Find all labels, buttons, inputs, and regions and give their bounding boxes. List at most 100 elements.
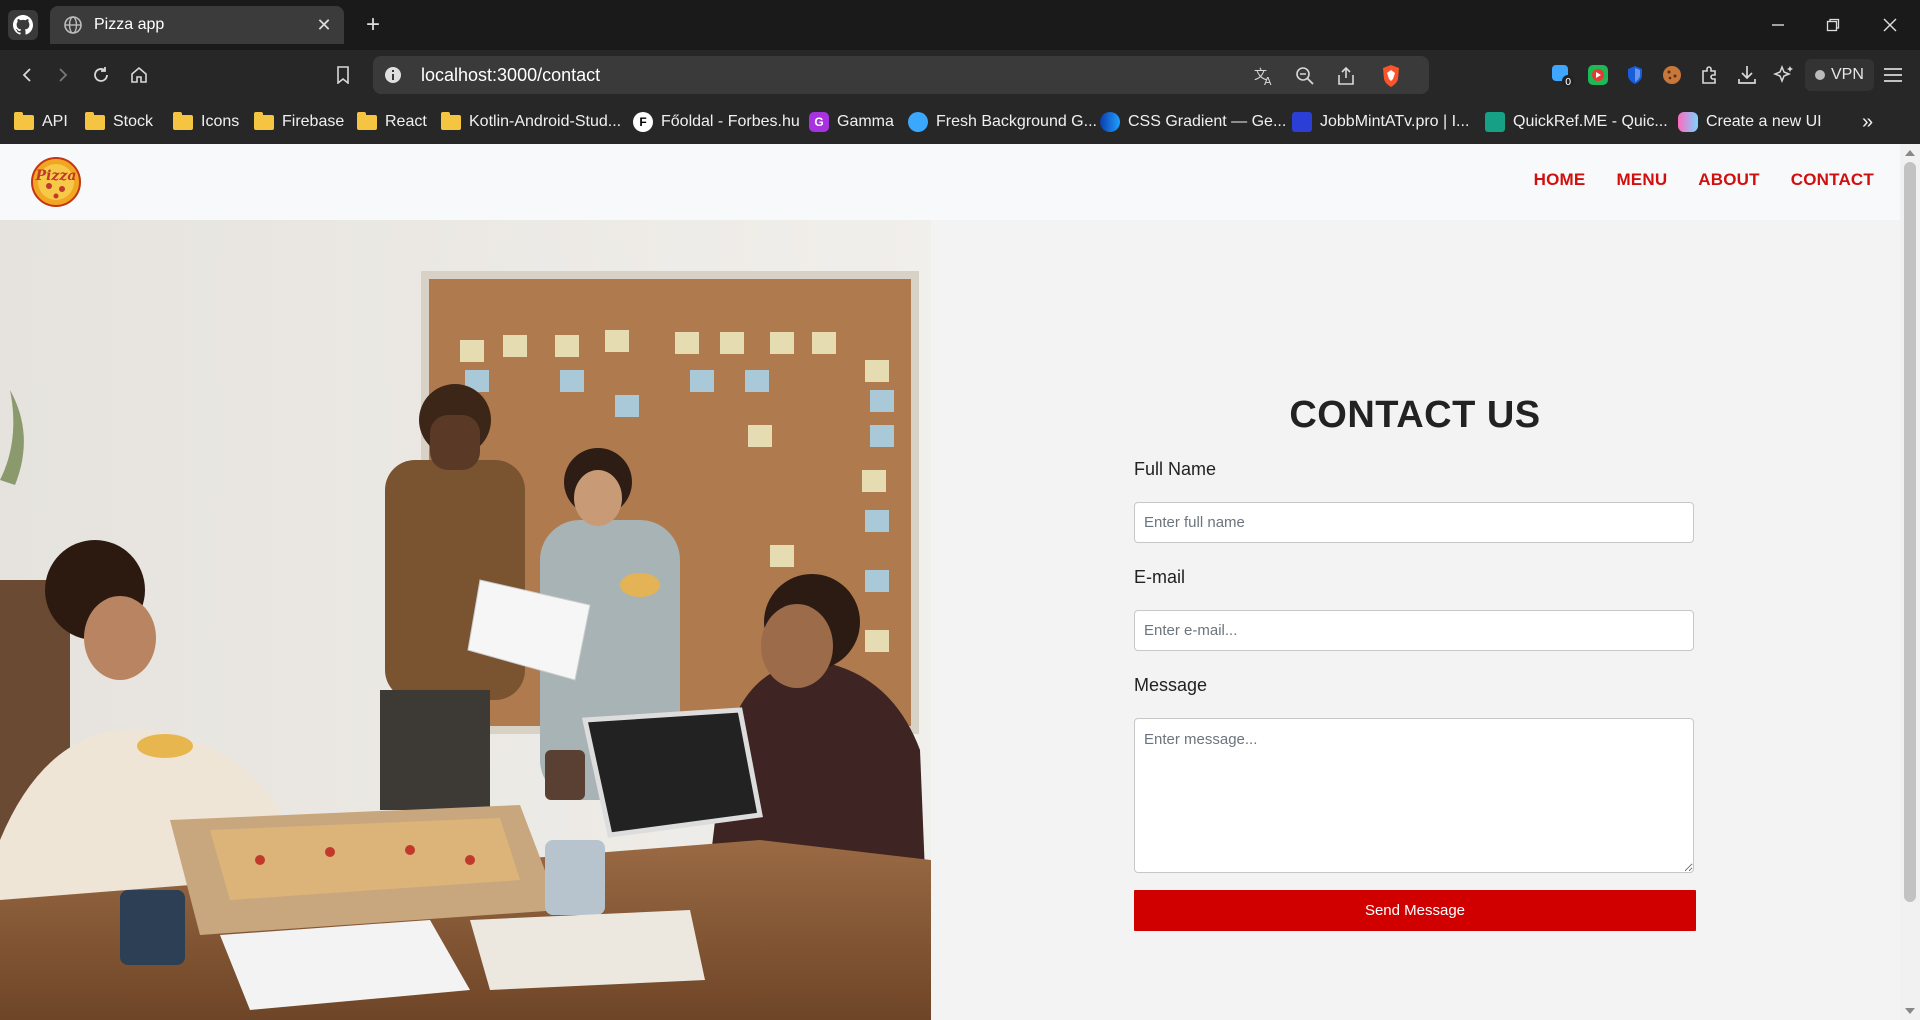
brave-shields-icon[interactable] (1379, 64, 1403, 88)
vpn-button[interactable]: VPN (1805, 59, 1874, 91)
svg-text:A: A (1264, 75, 1272, 86)
bookmark-stock[interactable]: Stock (85, 110, 153, 134)
site-nav: HOME MENU ABOUT CONTACT (1534, 170, 1874, 190)
bitwarden-icon[interactable] (1622, 62, 1648, 88)
folder-icon (173, 111, 193, 130)
bookmark-forbes[interactable]: F Főoldal - Forbes.hu (633, 110, 800, 134)
home-icon[interactable] (124, 60, 154, 90)
zoom-icon[interactable] (1293, 64, 1317, 88)
tab-title: Pizza app (94, 16, 165, 33)
bookmark-label: Icons (201, 113, 240, 130)
scroll-down-icon[interactable] (1905, 1008, 1915, 1014)
bookmark-label: Create a new UI (1706, 113, 1822, 130)
quickref-icon (1485, 112, 1505, 132)
bookmark-label: Stock (113, 113, 154, 130)
address-bar[interactable]: localhost:3000/contact 文A (373, 56, 1429, 94)
globe-icon (64, 16, 82, 34)
bookmark-icons[interactable]: Icons (173, 110, 239, 134)
reload-icon[interactable] (86, 60, 116, 90)
bookmarks-bar: API Stock Icons Firebase React Kotlin-An… (0, 100, 1920, 145)
bookmark-react[interactable]: React (357, 110, 427, 134)
vpn-label: VPN (1831, 66, 1864, 83)
bookmark-create-ui[interactable]: Create a new UI (1678, 110, 1822, 134)
folder-icon (357, 111, 377, 130)
email-input[interactable] (1134, 610, 1694, 651)
bookmark-label: Kotlin-Android-Stud... (469, 113, 622, 130)
more-bookmarks-icon[interactable]: » (1862, 110, 1873, 134)
jobbmintatv-icon (1292, 112, 1312, 132)
fresh-background-icon (908, 112, 928, 132)
share-icon[interactable] (1334, 64, 1358, 88)
bookmark-label: Fresh Background G... (936, 113, 1097, 130)
nav-about[interactable]: ABOUT (1698, 170, 1759, 190)
web-page: Pizza HOME MENU ABOUT CONTACT CONTACT US… (0, 144, 1900, 1020)
css-gradient-icon (1100, 112, 1120, 132)
nav-contact[interactable]: CONTACT (1791, 170, 1874, 190)
svg-text:Pizza: Pizza (35, 168, 77, 184)
contact-heading: CONTACT US (1289, 394, 1541, 436)
browser-tab-bar: Pizza app ✕ + (0, 0, 1920, 50)
folder-icon (14, 111, 34, 130)
bookmark-firebase[interactable]: Firebase (254, 110, 344, 134)
site-header: Pizza HOME MENU ABOUT CONTACT (0, 144, 1900, 220)
send-message-button[interactable]: Send Message (1134, 890, 1696, 931)
folder-icon (254, 111, 274, 130)
download-icon[interactable] (1734, 62, 1760, 88)
close-window-icon[interactable] (1870, 10, 1910, 40)
bookmark-icon[interactable] (328, 60, 358, 90)
extensions-puzzle-icon[interactable] (1697, 62, 1723, 88)
site-info-icon[interactable] (383, 65, 403, 85)
restore-icon[interactable] (1813, 10, 1853, 40)
bookmark-gamma[interactable]: G Gamma (809, 110, 894, 134)
bookmark-label: Gamma (837, 113, 894, 130)
leo-ai-icon[interactable] (1771, 62, 1797, 88)
full-name-label: Full Name (1134, 459, 1217, 479)
bookmark-quickref[interactable]: QuickRef.ME - Quic... (1485, 110, 1668, 134)
contact-form: CONTACT US Full Name E-mail Message Send… (1134, 394, 1696, 931)
gamma-icon: G (809, 112, 829, 132)
forbes-icon: F (633, 112, 653, 132)
browser-tab[interactable]: Pizza app ✕ (50, 6, 344, 44)
scroll-up-icon[interactable] (1905, 150, 1915, 156)
bookmark-label: API (42, 113, 68, 130)
extension-counter-icon[interactable]: 0 (1549, 62, 1575, 88)
bookmark-label: CSS Gradient — Ge... (1128, 113, 1287, 130)
video-extension-icon[interactable] (1585, 62, 1611, 88)
bookmark-label: Firebase (282, 113, 345, 130)
minimize-icon[interactable] (1758, 10, 1798, 40)
bookmark-api[interactable]: API (14, 110, 68, 134)
message-textarea[interactable] (1134, 718, 1694, 873)
folder-icon (441, 111, 461, 130)
page-scrollbar[interactable] (1900, 144, 1920, 1020)
bookmark-css-gradient[interactable]: CSS Gradient — Ge... (1100, 110, 1286, 134)
hamburger-menu-icon[interactable] (1880, 62, 1906, 88)
vpn-status-icon (1815, 70, 1825, 80)
tab-close-icon[interactable]: ✕ (310, 15, 338, 36)
translate-icon[interactable]: 文A (1252, 64, 1276, 88)
folder-icon (85, 111, 105, 130)
browser-toolbar: localhost:3000/contact 文A 0 VPN (0, 50, 1920, 100)
url-text[interactable]: localhost:3000/contact (421, 65, 600, 86)
scrollbar-thumb[interactable] (1904, 162, 1916, 902)
cookie-extension-icon[interactable] (1659, 62, 1685, 88)
bookmark-fresh-background[interactable]: Fresh Background G... (908, 110, 1097, 134)
nav-home[interactable]: HOME (1534, 170, 1586, 190)
back-icon[interactable] (12, 60, 42, 90)
full-name-input[interactable] (1134, 502, 1694, 543)
pizza-logo[interactable]: Pizza (30, 156, 82, 208)
bookmark-jobbmintatv[interactable]: JobbMintATv.pro | I... (1292, 110, 1469, 134)
bookmark-label: QuickRef.ME - Quic... (1513, 113, 1668, 130)
svg-text:0: 0 (1565, 77, 1571, 88)
bookmark-kotlin[interactable]: Kotlin-Android-Stud... (441, 110, 621, 134)
message-label: Message (1134, 675, 1208, 695)
new-tab-button[interactable]: + (358, 10, 388, 40)
uizard-icon (1678, 112, 1698, 132)
nav-menu[interactable]: MENU (1616, 170, 1667, 190)
email-label: E-mail (1134, 567, 1186, 587)
forward-icon[interactable] (48, 60, 78, 90)
office-pizza-photo (0, 220, 931, 1020)
bookmark-label: JobbMintATv.pro | I... (1320, 113, 1470, 130)
github-icon[interactable] (8, 10, 38, 40)
bookmark-label: React (385, 113, 427, 130)
bookmark-label: Főoldal - Forbes.hu (661, 113, 800, 130)
